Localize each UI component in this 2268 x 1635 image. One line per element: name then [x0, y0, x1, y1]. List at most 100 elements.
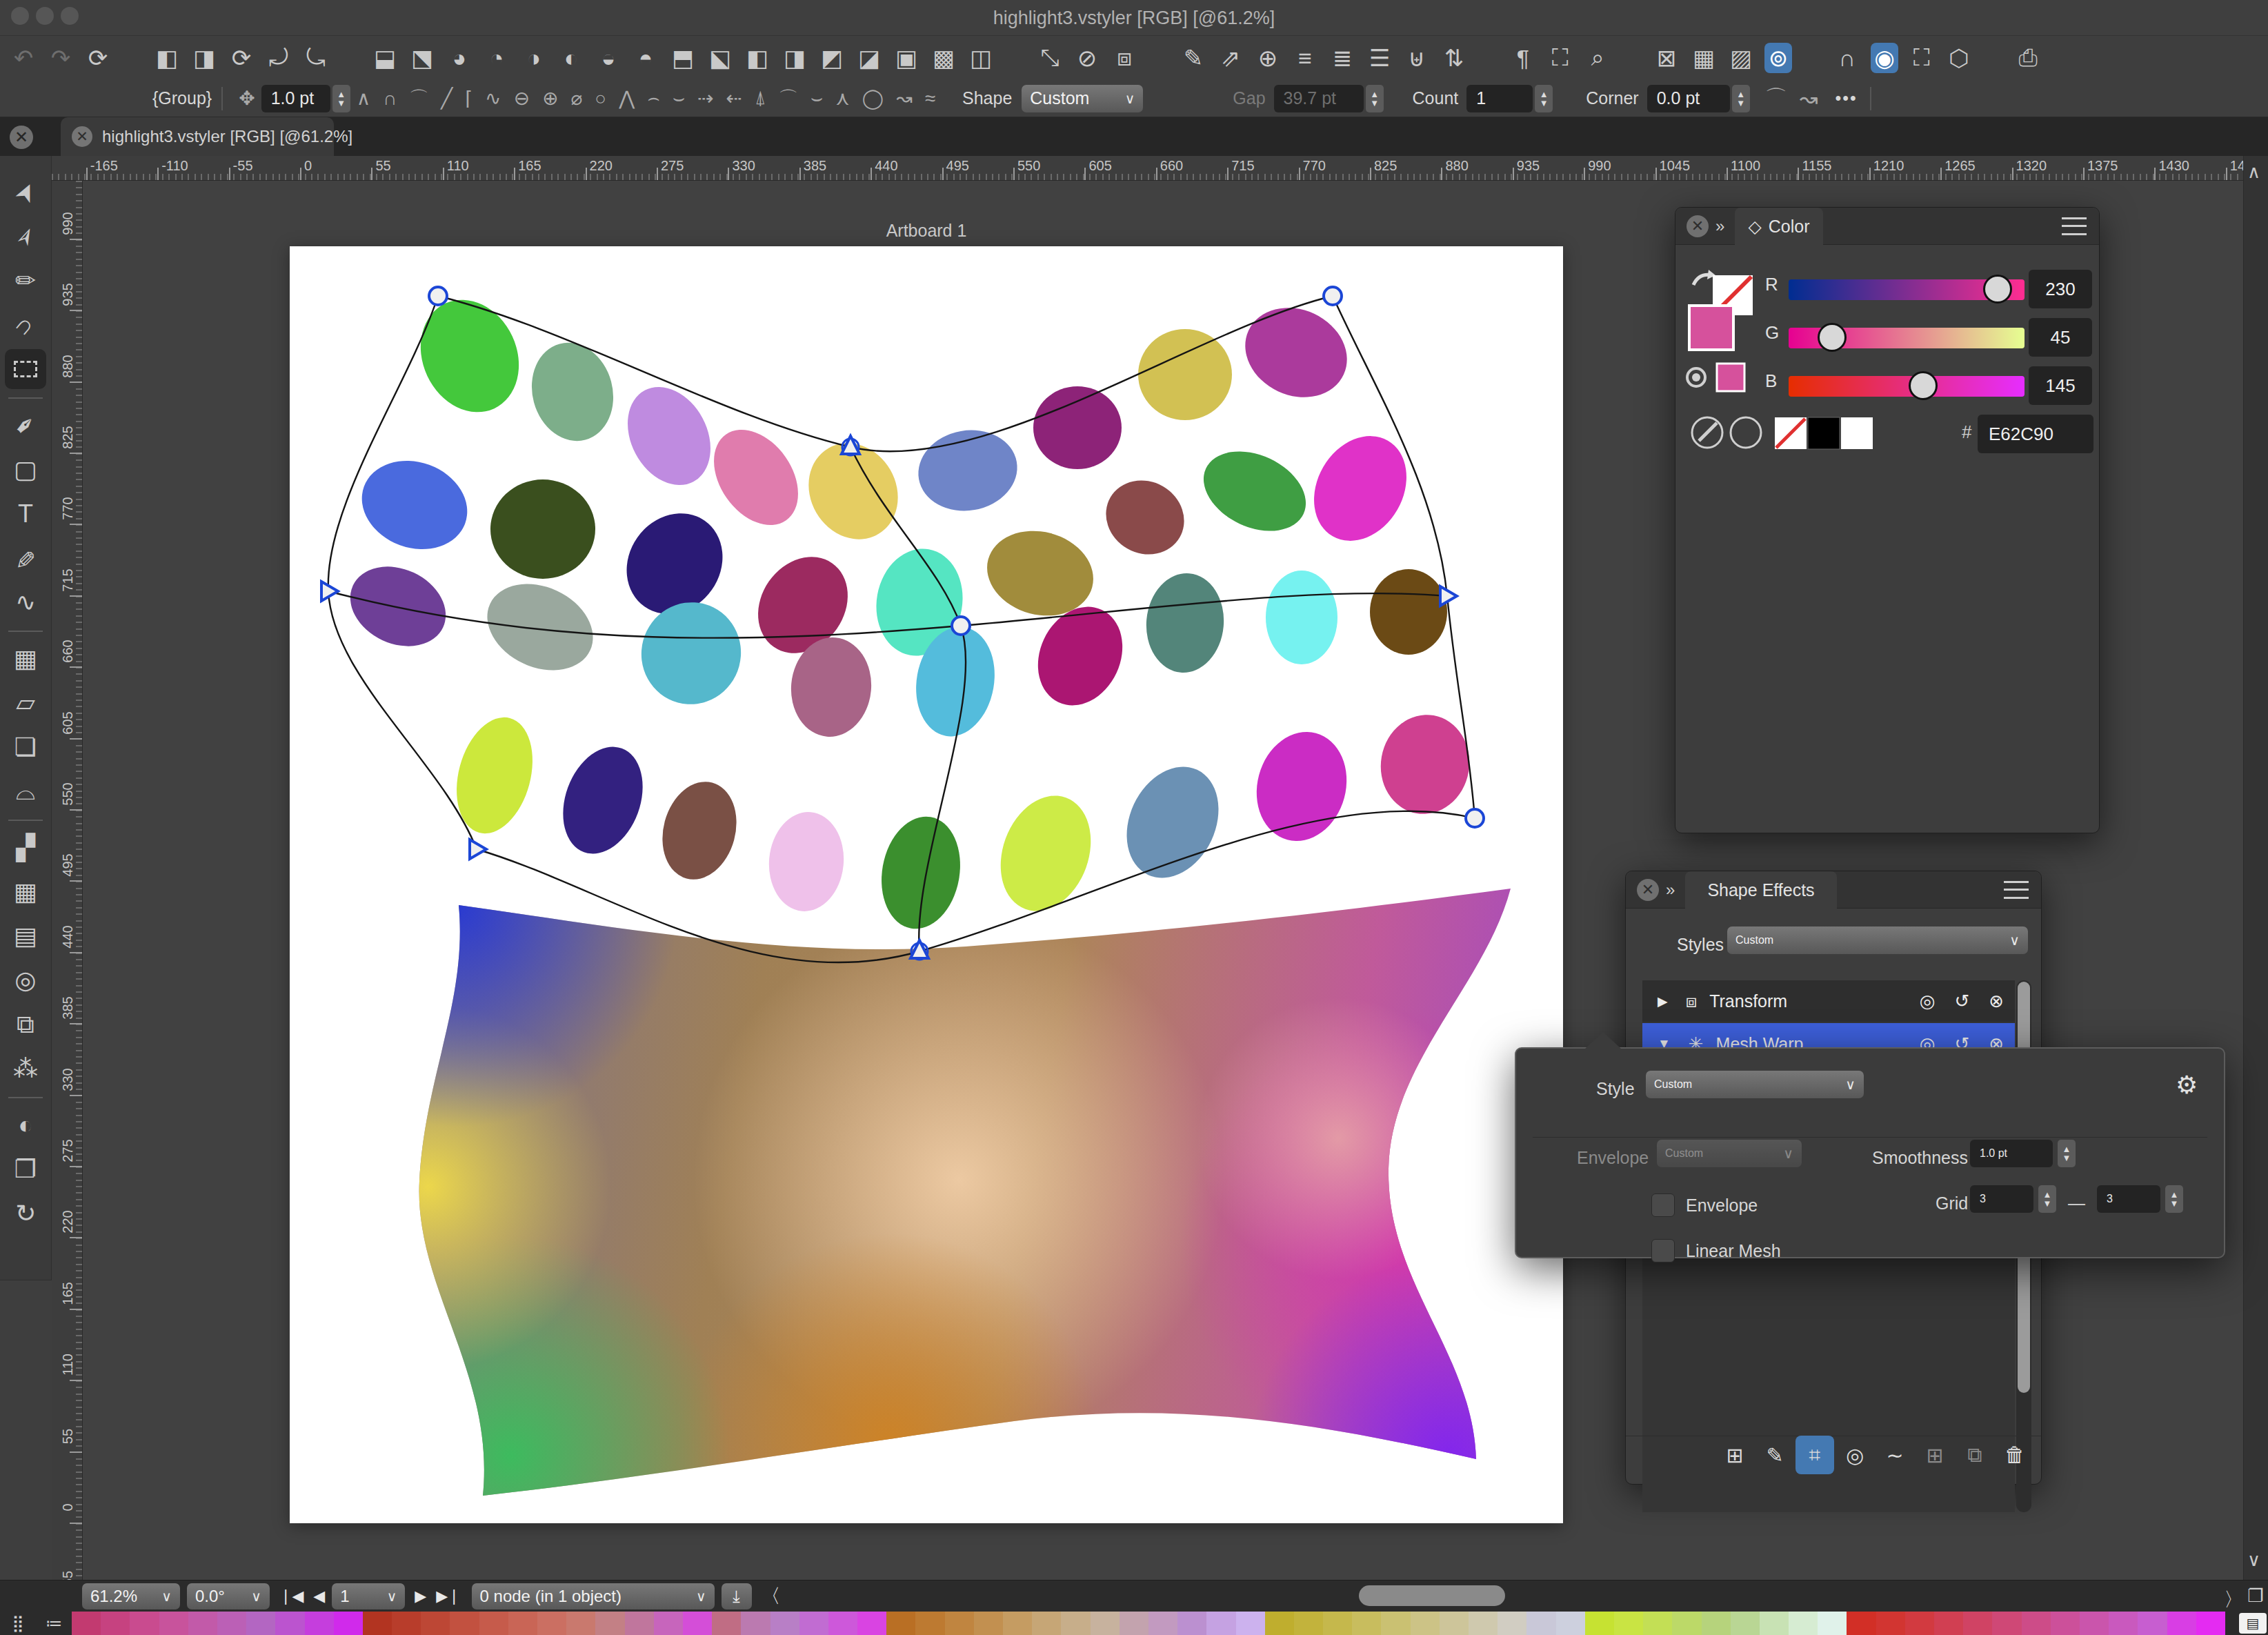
- direct-select-tool[interactable]: ➢: [0, 210, 52, 264]
- color-panel-collapse-icon[interactable]: »: [1715, 217, 1720, 236]
- trim-icon[interactable]: ◐: [557, 43, 585, 73]
- close-tab-icon[interactable]: ✕: [72, 126, 92, 147]
- swatch-21[interactable]: [683, 1612, 712, 1635]
- color-panel-close-icon[interactable]: ✕: [1687, 215, 1709, 237]
- link-icon[interactable]: ⊘: [1073, 43, 1101, 73]
- copy-effect-icon[interactable]: ⧉: [1956, 1436, 1994, 1474]
- page-tool[interactable]: ❐: [5, 1149, 46, 1189]
- page-dropdown[interactable]: 1∨: [332, 1583, 405, 1609]
- subtract-icon[interactable]: ⬔: [408, 43, 436, 73]
- b-slider-knob[interactable]: [1909, 371, 1938, 400]
- swatch-52[interactable]: [1585, 1612, 1614, 1635]
- swatch-17[interactable]: [566, 1612, 595, 1635]
- text-tool[interactable]: T: [5, 494, 46, 534]
- download-state-button[interactable]: ⤓: [722, 1583, 752, 1609]
- gap-field[interactable]: 39.7 pt: [1274, 85, 1364, 112]
- corner-stepper[interactable]: ▲▼: [1732, 85, 1750, 112]
- path-op-icon-6[interactable]: ⊖: [514, 87, 530, 110]
- show-effect-icon[interactable]: ◎: [1836, 1436, 1874, 1474]
- swatch-66[interactable]: [1992, 1612, 2021, 1635]
- scroll-up-arrow[interactable]: ∧: [2247, 161, 2260, 183]
- swatch-61[interactable]: [1847, 1612, 1876, 1635]
- shape-cut-icon[interactable]: ◩: [818, 43, 846, 73]
- smoothness-field[interactable]: 1.0 pt: [1970, 1140, 2053, 1167]
- stroke-width-stepper[interactable]: ▲▼: [332, 85, 350, 112]
- r-slider-knob[interactable]: [1983, 275, 2012, 304]
- swatch-55[interactable]: [1672, 1612, 1701, 1635]
- close-all-tabs-button[interactable]: ✕: [10, 126, 33, 149]
- swatch-65[interactable]: [1963, 1612, 1992, 1635]
- swatch-35[interactable]: [1091, 1612, 1120, 1635]
- mosaic-tool[interactable]: ▦: [5, 872, 46, 912]
- prev-page-button[interactable]: ◀: [313, 1587, 325, 1605]
- revolve-tool[interactable]: ↻: [5, 1193, 46, 1233]
- path-op-icon-2[interactable]: ⌒: [409, 86, 428, 112]
- swatch-0[interactable]: [72, 1612, 101, 1635]
- fill-stroke-control[interactable]: [1681, 260, 1805, 398]
- frame-tool[interactable]: ❏: [5, 727, 46, 767]
- effect-row-transform[interactable]: ▶⧈Transform◎↺⊗: [1642, 980, 2015, 1022]
- pattern-icon[interactable]: ▦: [1690, 43, 1718, 73]
- gap-stepper[interactable]: ▲▼: [1366, 85, 1384, 112]
- snap-box-icon[interactable]: ⛶: [1908, 43, 1936, 73]
- duplicate-effect-icon[interactable]: ⊞: [1916, 1436, 1954, 1474]
- swatch-59[interactable]: [1789, 1612, 1818, 1635]
- swatch-1[interactable]: [101, 1612, 130, 1635]
- swatch-5[interactable]: [217, 1612, 246, 1635]
- swatch-19[interactable]: [625, 1612, 654, 1635]
- rotate-angle-icon[interactable]: ⤾: [265, 43, 292, 73]
- path-op-icon-20[interactable]: ↝: [896, 87, 912, 110]
- align-left-icon[interactable]: ☰: [1366, 43, 1393, 73]
- swatch-73[interactable]: [2196, 1612, 2225, 1635]
- text-flow-icon[interactable]: ¶: [1509, 43, 1537, 73]
- flip-v-icon[interactable]: ◨: [190, 43, 218, 73]
- effect-reset-icon[interactable]: ↺: [1954, 991, 1969, 1012]
- edit-shape-icon[interactable]: ✎: [1180, 43, 1207, 73]
- selection-dropdown[interactable]: 0 node (in 1 object)∨: [472, 1583, 715, 1609]
- vertical-scrollbar[interactable]: ∧ ∨: [2243, 156, 2268, 1580]
- r-slider[interactable]: [1789, 279, 2025, 300]
- swatch-68[interactable]: [2051, 1612, 2080, 1635]
- swatch-64[interactable]: [1934, 1612, 1963, 1635]
- path-op-icon-16[interactable]: ⌒: [779, 86, 798, 112]
- swatch-39[interactable]: [1206, 1612, 1235, 1635]
- grid-x-stepper[interactable]: ▲▼: [2038, 1185, 2056, 1213]
- venn-icon[interactable]: ⊚: [1764, 43, 1792, 73]
- first-page-button[interactable]: ❘◀: [279, 1587, 304, 1605]
- add-effect-icon[interactable]: ⊞: [1715, 1436, 1754, 1474]
- swatch-43[interactable]: [1323, 1612, 1352, 1635]
- swatch-62[interactable]: [1876, 1612, 1905, 1635]
- swatch-28[interactable]: [886, 1612, 915, 1635]
- swatch-23[interactable]: [741, 1612, 770, 1635]
- effects-panel-menu-icon[interactable]: [2004, 881, 2029, 899]
- shear-icon[interactable]: ⤿: [302, 43, 330, 73]
- pen-tool[interactable]: ✒: [0, 397, 54, 454]
- swatch-33[interactable]: [1032, 1612, 1061, 1635]
- shape-box-icon[interactable]: ▣: [893, 43, 920, 73]
- swatch-41[interactable]: [1265, 1612, 1294, 1635]
- bricks-tool[interactable]: ▤: [5, 916, 46, 956]
- mesh-warp-tool[interactable]: ▦: [5, 639, 46, 679]
- count-field[interactable]: 1: [1466, 85, 1533, 112]
- swatch-list-icon[interactable]: ≔: [36, 1612, 72, 1635]
- swatch-57[interactable]: [1731, 1612, 1760, 1635]
- swatch-15[interactable]: [508, 1612, 537, 1635]
- swatch-32[interactable]: [1003, 1612, 1032, 1635]
- swatch-26[interactable]: [828, 1612, 857, 1635]
- perspective-tool[interactable]: ⌓: [5, 771, 46, 811]
- path-op-icon-11[interactable]: ⌢: [647, 87, 659, 110]
- intersect-icon[interactable]: ◕: [446, 43, 473, 73]
- shape-slice-icon[interactable]: ◪: [855, 43, 883, 73]
- path-op-icon-4[interactable]: ⌈: [465, 87, 472, 110]
- redo-icon[interactable]: ↷: [47, 43, 74, 73]
- g-value[interactable]: 45: [2029, 318, 2092, 357]
- path-op-icon-10[interactable]: ⋀: [619, 87, 635, 110]
- gradient-tool[interactable]: ▱: [5, 683, 46, 723]
- shape-mix-icon[interactable]: ⬕: [706, 43, 734, 73]
- g-slider-knob[interactable]: [1818, 323, 1847, 352]
- status-expand-icon[interactable]: 〉: [2224, 1587, 2243, 1613]
- disclosure-icon[interactable]: ▶: [1658, 993, 1668, 1009]
- swatch-6[interactable]: [246, 1612, 275, 1635]
- b-slider[interactable]: [1789, 376, 2025, 397]
- magnet-icon[interactable]: ∩: [1833, 43, 1861, 73]
